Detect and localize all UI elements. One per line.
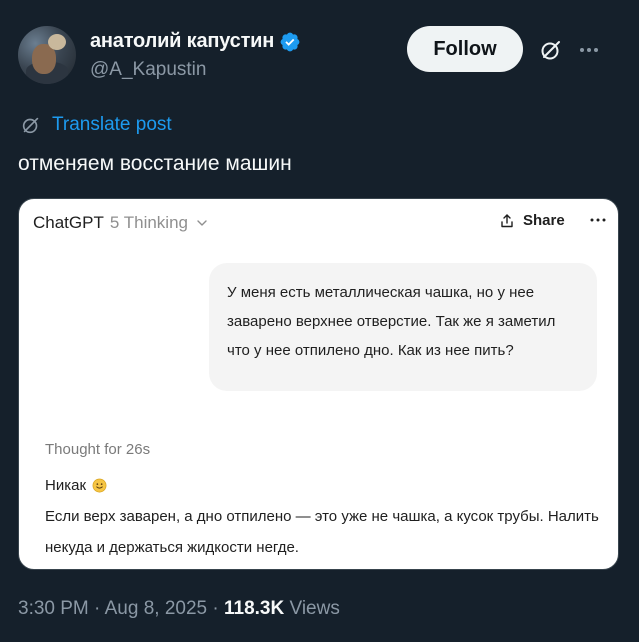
smiley-emoji-icon xyxy=(92,478,107,493)
views-label: Views xyxy=(289,598,340,619)
handle[interactable]: @A_Kapustin xyxy=(90,59,206,81)
post-meta: 3:30 PM · Aug 8, 2025 · 118.3K Views xyxy=(18,598,340,620)
translate-post-link[interactable]: Translate post xyxy=(52,114,172,136)
follow-button[interactable]: Follow xyxy=(407,26,523,72)
name-row: анатолий капустин xyxy=(90,30,301,53)
model-variant: 5 Thinking xyxy=(109,213,188,232)
more-icon[interactable] xyxy=(577,38,601,62)
post-date[interactable]: Aug 8, 2025 xyxy=(105,598,207,619)
user-message-bubble: У меня есть металлическая чашка, но у не… xyxy=(209,263,597,391)
chat-model-selector: ChatGPT 5 Thinking xyxy=(33,213,208,233)
meta-separator: · xyxy=(212,598,224,619)
thought-duration: Thought for 26s xyxy=(45,441,151,458)
share-icon xyxy=(501,213,513,227)
post-text: отменяем восстание машин xyxy=(18,152,292,175)
post-header: анатолий капустин @A_Kapustin Follow xyxy=(18,26,621,86)
post-time[interactable]: 3:30 PM xyxy=(18,598,89,619)
display-name[interactable]: анатолий капустин xyxy=(90,30,274,53)
assistant-answer-short: Никак xyxy=(45,477,87,494)
share-button: Share xyxy=(499,212,565,229)
more-icon xyxy=(590,218,606,222)
grok-icon[interactable] xyxy=(539,38,563,62)
views-count: 118.3K xyxy=(223,598,285,619)
translate-row[interactable]: Translate post xyxy=(20,114,172,136)
verified-badge-icon[interactable] xyxy=(279,31,301,53)
translate-icon xyxy=(22,117,39,134)
meta-separator: · xyxy=(94,598,105,619)
assistant-answer-first-line: Никак xyxy=(45,477,107,494)
avatar[interactable] xyxy=(18,26,76,84)
attached-image-card[interactable]: ChatGPT 5 Thinking Share У меня есть мет… xyxy=(18,198,619,570)
chevron-down-icon xyxy=(197,220,207,226)
model-name: ChatGPT xyxy=(33,213,104,232)
share-label: Share xyxy=(523,212,565,229)
avatar-shape xyxy=(48,34,66,50)
assistant-answer-body: Если верх заварен, а дно отпилено — это … xyxy=(45,508,599,556)
